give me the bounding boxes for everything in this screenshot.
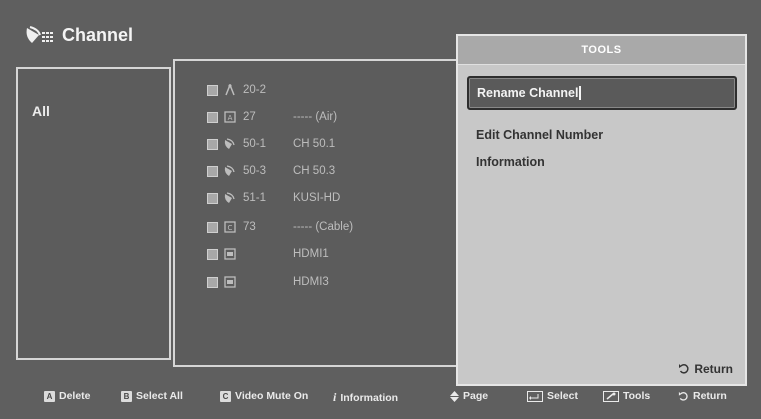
tools-hint[interactable]: Tools	[603, 390, 650, 402]
menu-item-rename-channel[interactable]: Rename Channel	[467, 76, 737, 110]
satellite-icon	[223, 192, 237, 204]
menu-item-information[interactable]: Information	[476, 155, 545, 169]
select-label: Select	[547, 390, 578, 402]
checkbox[interactable]	[207, 84, 218, 96]
return-label: Return	[693, 390, 727, 402]
page-hint[interactable]: Page	[450, 390, 488, 402]
channel-name: HDMI1	[293, 248, 329, 260]
svg-text:A: A	[228, 114, 233, 122]
enter-icon	[527, 390, 543, 402]
checkbox[interactable]	[207, 111, 218, 123]
channel-list: 20-2 A 27 ----- (Air) 50-1 CH 50.1 50-3 …	[173, 59, 473, 367]
tools-title: TOOLS	[458, 36, 745, 65]
video-mute-hint[interactable]: C Video Mute On	[220, 390, 308, 402]
channel-row[interactable]: HDMI3	[207, 273, 329, 291]
information-hint[interactable]: i Information	[333, 390, 398, 405]
checkbox[interactable]	[207, 248, 218, 260]
category-panel: All	[16, 67, 171, 360]
button-guide: A Delete B Select All C Video Mute On i …	[0, 386, 761, 410]
hdmi-icon	[223, 248, 237, 260]
channel-name: KUSI-HD	[293, 192, 341, 204]
tools-menu: TOOLS Rename Channel Edit Channel Number…	[456, 34, 747, 386]
channel-row[interactable]: HDMI1	[207, 245, 329, 263]
channel-name: ----- (Air)	[293, 111, 338, 123]
channel-name: CH 50.1	[293, 138, 336, 150]
return-hint[interactable]: Return	[678, 390, 727, 402]
channel-row[interactable]: 51-1 KUSI-HD	[207, 189, 340, 207]
channel-number: 73	[243, 221, 256, 233]
return-icon	[678, 391, 688, 401]
select-hint[interactable]: Select	[527, 390, 578, 402]
channel-row[interactable]: C 73 ----- (Cable)	[207, 218, 353, 236]
channel-row[interactable]: 50-1 CH 50.1	[207, 135, 335, 153]
checkbox[interactable]	[207, 138, 218, 150]
channel-row[interactable]: 20-2	[207, 81, 293, 99]
hdmi-icon	[223, 276, 237, 288]
channel-number: 20-2	[243, 84, 267, 96]
page-title: Channel	[62, 24, 134, 45]
channel-row[interactable]: 50-3 CH 50.3	[207, 162, 335, 180]
video-mute-label: Video Mute On	[235, 390, 309, 402]
category-all[interactable]: All	[32, 103, 50, 119]
tools-label: Tools	[623, 390, 651, 402]
channel-number: 50-3	[243, 165, 267, 177]
channel-number: 51-1	[243, 192, 267, 204]
channel-name: HDMI3	[293, 276, 329, 288]
antenna-icon	[223, 84, 237, 96]
return-label: Return	[694, 362, 733, 376]
channel-name: ----- (Cable)	[293, 221, 354, 233]
menu-item-label: Rename Channel	[477, 86, 579, 100]
return-icon	[679, 364, 689, 374]
satellite-dish-icon	[26, 26, 53, 43]
page-label: Page	[463, 390, 489, 402]
channel-row[interactable]: A 27 ----- (Air)	[207, 108, 337, 126]
information-label: Information	[340, 391, 399, 404]
delete-hint[interactable]: A Delete	[44, 390, 91, 402]
checkbox[interactable]	[207, 192, 218, 204]
text-cursor	[579, 86, 582, 100]
info-icon: i	[333, 390, 337, 404]
return-button[interactable]: Return	[678, 362, 733, 376]
satellite-icon	[223, 138, 237, 150]
tools-icon	[603, 390, 619, 402]
checkbox[interactable]	[207, 165, 218, 177]
air-icon: C	[223, 221, 237, 233]
checkbox[interactable]	[207, 276, 218, 288]
a-key-icon: A	[44, 390, 55, 402]
b-key-icon: B	[121, 390, 132, 402]
satellite-icon	[223, 165, 237, 177]
select-all-hint[interactable]: B Select All	[121, 390, 183, 402]
select-all-label: Select All	[136, 390, 183, 402]
svg-text:C: C	[228, 224, 233, 232]
channel-number: 27	[243, 111, 256, 123]
menu-item-edit-channel-number[interactable]: Edit Channel Number	[476, 128, 603, 142]
checkbox[interactable]	[207, 221, 218, 233]
screen-header: Channel	[24, 20, 133, 50]
air-icon: A	[223, 111, 237, 123]
channel-name: CH 50.3	[293, 165, 336, 177]
delete-label: Delete	[59, 390, 91, 402]
c-key-icon: C	[220, 390, 231, 402]
up-down-arrow-icon	[450, 390, 459, 402]
channel-number: 50-1	[243, 138, 267, 150]
